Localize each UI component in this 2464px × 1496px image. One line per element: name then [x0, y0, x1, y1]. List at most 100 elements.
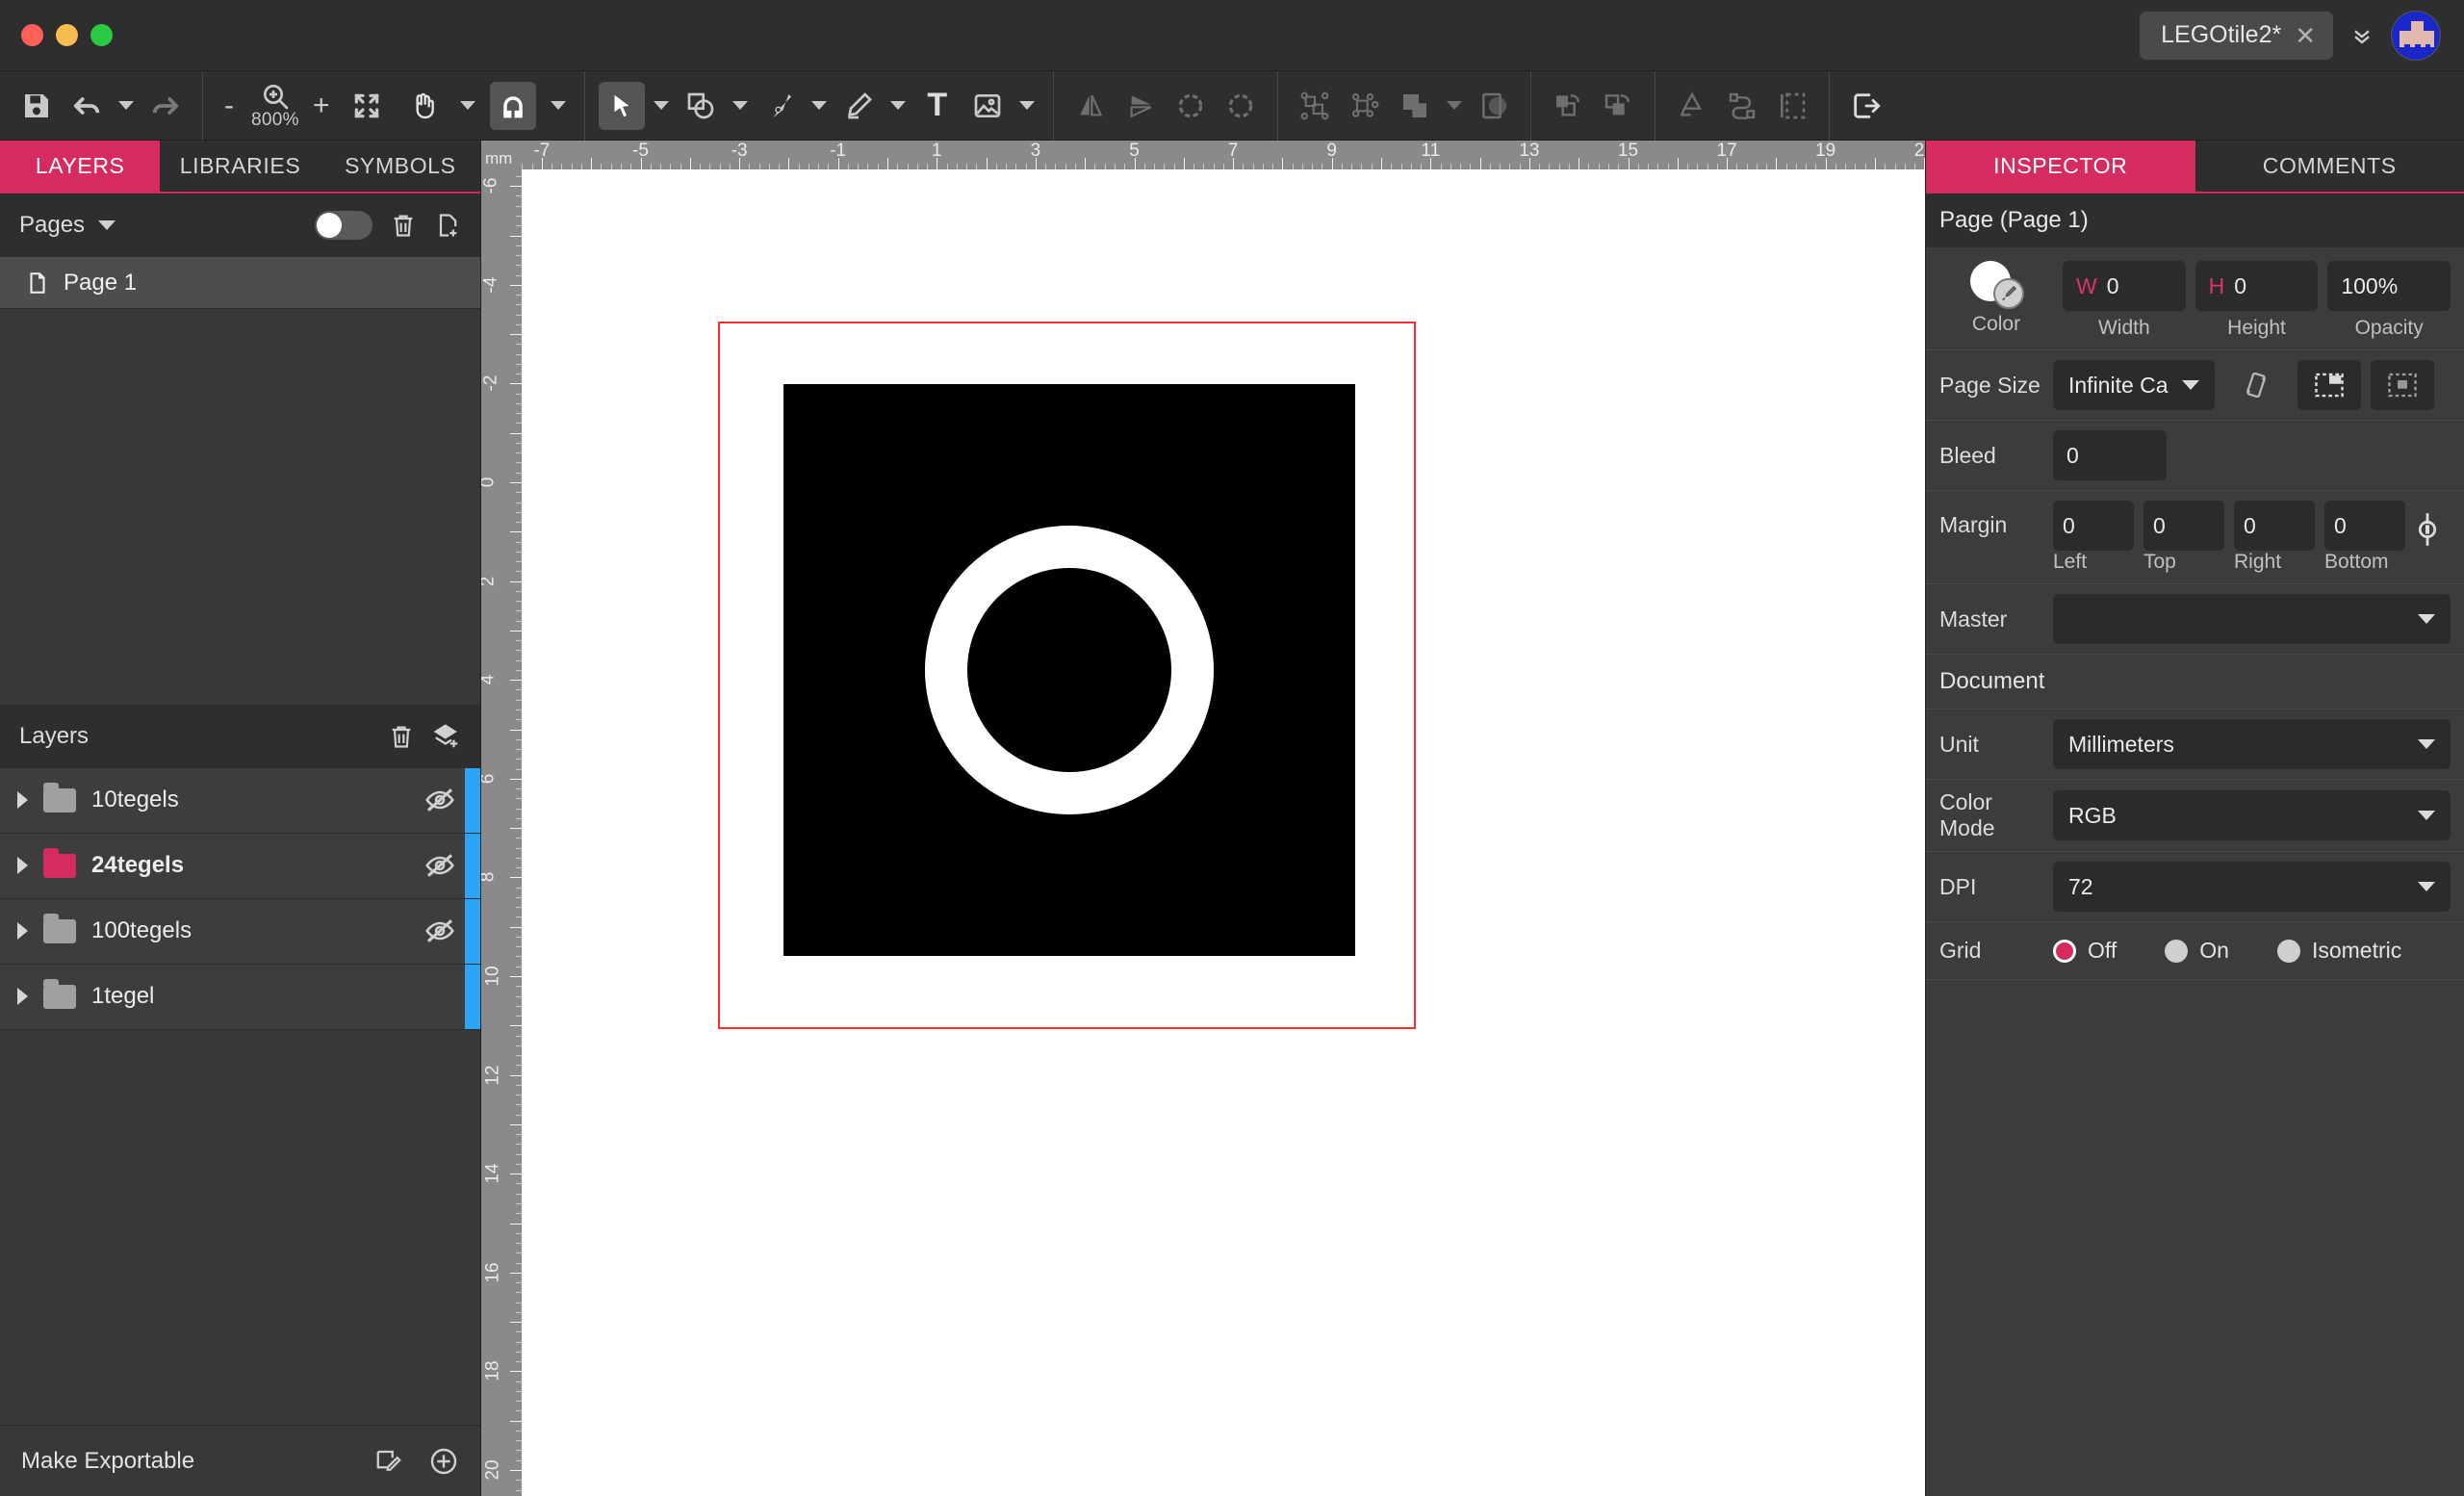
export-icon[interactable] [1843, 82, 1889, 130]
document-tab[interactable]: LEGOtile2* ✕ [2140, 12, 2333, 60]
height-field[interactable]: H 0 [2195, 261, 2319, 311]
design-canvas[interactable] [522, 169, 1925, 1496]
select-options-caret[interactable] [649, 82, 674, 130]
eye-hidden-icon[interactable] [424, 788, 455, 812]
master-select[interactable] [2053, 594, 2451, 644]
send-backward-icon[interactable] [1595, 82, 1641, 130]
chevron-down-icon[interactable] [2348, 22, 2375, 49]
color-swatch[interactable] [1970, 261, 2022, 307]
undo-icon[interactable] [64, 82, 110, 130]
boolean-options-caret[interactable] [1442, 82, 1467, 130]
tab-layers[interactable]: LAYERS [0, 141, 160, 192]
redo-icon[interactable] [142, 82, 189, 130]
pen-icon[interactable] [757, 82, 803, 130]
save-icon[interactable] [13, 82, 60, 130]
vertical-ruler[interactable]: -6-4-20246810121416182022 [481, 169, 522, 1496]
image-icon[interactable] [964, 82, 1011, 130]
trash-icon[interactable] [390, 211, 417, 240]
grid-option-isometric[interactable]: Isometric [2277, 938, 2401, 964]
shape-icon[interactable] [678, 82, 724, 130]
link-margins-icon[interactable] [2415, 501, 2440, 549]
zoom-level-control[interactable]: 800% [251, 81, 299, 131]
unit-select[interactable]: Millimeters [2053, 719, 2451, 769]
tab-symbols[interactable]: SYMBOLS [321, 141, 480, 192]
width-field[interactable]: W 0 [2063, 261, 2186, 311]
fit-content-icon[interactable] [2297, 360, 2361, 410]
add-layer-icon[interactable] [432, 722, 461, 751]
margin-bottom-field[interactable]: 0 [2324, 501, 2405, 551]
pan-options-caret[interactable] [455, 82, 480, 130]
convert-to-path-icon[interactable] [1669, 82, 1715, 130]
fit-selection-icon[interactable] [2371, 360, 2434, 410]
pen-options-caret[interactable] [807, 82, 832, 130]
pencil-icon[interactable] [835, 82, 882, 130]
disclosure-triangle-icon[interactable] [17, 791, 28, 809]
pan-hand-icon[interactable] [399, 82, 446, 130]
margin-left-field[interactable]: 0 [2053, 501, 2134, 551]
bring-forward-icon[interactable] [1545, 82, 1591, 130]
maximize-window-button[interactable] [90, 24, 113, 46]
shape-options-caret[interactable] [728, 82, 753, 130]
dpi-select[interactable]: 72 [2053, 862, 2451, 912]
pencil-options-caret[interactable] [886, 82, 911, 130]
white-ring-shape[interactable] [925, 526, 1214, 814]
pages-toggle[interactable] [315, 211, 372, 240]
text-tool-icon[interactable]: T [914, 82, 961, 130]
eye-hidden-icon[interactable] [424, 854, 455, 877]
zoom-in-button[interactable]: + [309, 90, 334, 122]
select-arrow-icon[interactable] [599, 82, 645, 130]
ungroup-icon[interactable] [1342, 82, 1388, 130]
disclosure-triangle-icon[interactable] [17, 857, 28, 874]
bleed-field[interactable]: 0 [2053, 430, 2167, 480]
zoom-out-button[interactable]: - [217, 90, 242, 122]
color-control[interactable]: Color [1939, 261, 2053, 336]
make-exportable-bar[interactable]: Make Exportable [0, 1425, 480, 1496]
eye-hidden-icon[interactable] [424, 919, 455, 942]
opacity-field[interactable]: 100% [2327, 261, 2451, 311]
disclosure-triangle-icon[interactable] [17, 988, 28, 1005]
horizontal-ruler[interactable]: mm -7-5-3-11357911131517192123 [481, 141, 1925, 169]
fit-to-screen-icon[interactable] [344, 82, 390, 130]
grid-option-on[interactable]: On [2165, 938, 2229, 964]
tab-libraries[interactable]: LIBRARIES [160, 141, 320, 192]
chevron-down-icon[interactable] [98, 220, 116, 230]
page-list-item[interactable]: Page 1 [0, 257, 480, 309]
page-size-select[interactable]: Infinite Ca [2053, 360, 2215, 410]
export-edit-icon[interactable] [374, 1447, 403, 1476]
selection-frame-icon[interactable] [1769, 82, 1815, 130]
add-page-icon[interactable] [434, 211, 461, 240]
color-mode-select[interactable]: RGB [2053, 790, 2451, 840]
rotate-counterclockwise-icon[interactable] [1168, 82, 1214, 130]
close-window-button[interactable] [21, 24, 43, 46]
undo-options-caret[interactable] [114, 82, 139, 130]
group-icon[interactable] [1292, 82, 1338, 130]
plus-circle-icon[interactable] [428, 1446, 459, 1477]
margin-right-field[interactable]: 0 [2234, 501, 2315, 551]
flip-vertical-icon[interactable] [1117, 82, 1164, 130]
avatar[interactable] [2391, 11, 2441, 61]
trash-icon[interactable] [388, 722, 415, 751]
tab-inspector[interactable]: INSPECTOR [1926, 141, 2195, 192]
boolean-ops-icon[interactable] [1392, 82, 1438, 130]
snap-magnet-icon[interactable] [490, 82, 536, 130]
minimize-window-button[interactable] [56, 24, 78, 46]
rotate-page-icon[interactable] [2224, 360, 2288, 410]
snap-options-caret[interactable] [546, 82, 571, 130]
black-square-shape[interactable] [783, 384, 1355, 956]
grid-option-off[interactable]: Off [2053, 938, 2117, 964]
close-icon[interactable]: ✕ [2295, 23, 2316, 48]
layer-row[interactable]: 1tegel [0, 965, 480, 1030]
rotate-clockwise-icon[interactable] [1218, 82, 1264, 130]
ruler-unit-corner[interactable]: mm [481, 141, 522, 169]
eyedropper-icon[interactable] [1993, 278, 2024, 309]
mask-icon[interactable] [1471, 82, 1517, 130]
image-options-caret[interactable] [1014, 82, 1040, 130]
margin-top-field[interactable]: 0 [2143, 501, 2224, 551]
join-paths-icon[interactable] [1719, 82, 1765, 130]
layer-row[interactable]: 24tegels [0, 834, 480, 899]
layer-row[interactable]: 10tegels [0, 768, 480, 834]
disclosure-triangle-icon[interactable] [17, 922, 28, 940]
flip-horizontal-icon[interactable] [1067, 82, 1114, 130]
tab-comments[interactable]: COMMENTS [2195, 141, 2464, 192]
layer-row[interactable]: 100tegels [0, 899, 480, 965]
